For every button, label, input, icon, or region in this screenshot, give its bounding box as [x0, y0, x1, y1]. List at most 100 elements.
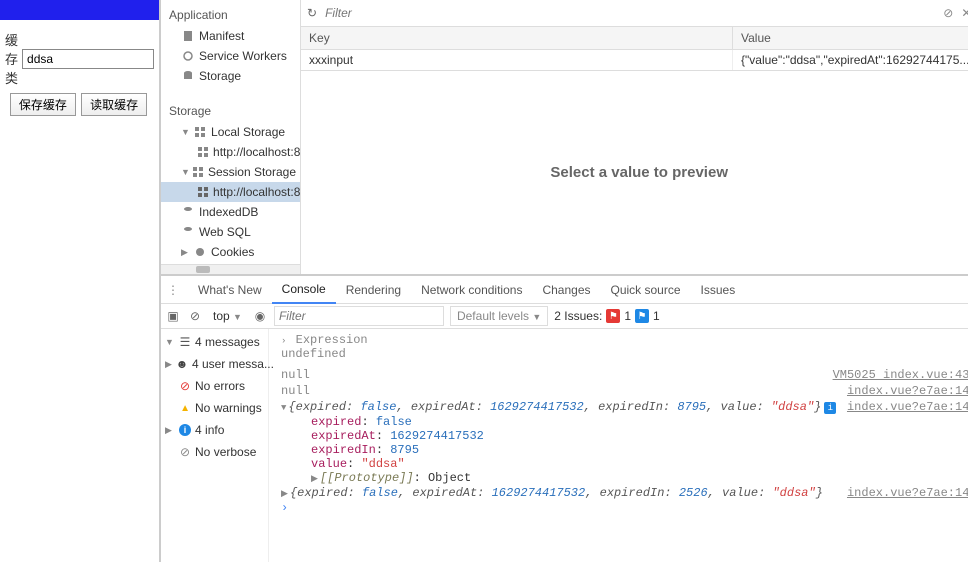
- sidebar-messages[interactable]: ▼☰4 messages: [161, 331, 268, 353]
- websql-item[interactable]: Web SQL: [161, 222, 300, 242]
- grid-icon: [192, 166, 204, 178]
- refresh-icon[interactable]: ↻: [307, 6, 317, 20]
- cache-label: 缓存类: [5, 30, 18, 87]
- page-header-bar: [0, 0, 159, 20]
- local-storage-item[interactable]: ▼Local Storage: [161, 122, 300, 142]
- tab-quick-source[interactable]: Quick source: [601, 277, 691, 303]
- service-workers-label: Service Workers: [199, 49, 287, 63]
- chevron-right-icon[interactable]: ▶: [311, 474, 318, 484]
- tab-rendering[interactable]: Rendering: [336, 277, 411, 303]
- error-count: 1: [624, 309, 631, 323]
- sidebar-info[interactable]: ▶i4 info: [161, 419, 268, 441]
- cell-key: xxxinput: [301, 50, 733, 70]
- database-icon: [181, 226, 195, 238]
- context-selector[interactable]: top ▼: [209, 309, 246, 323]
- source-link[interactable]: index.vue?e7ae:14: [847, 400, 968, 414]
- manifest-icon: [181, 30, 195, 42]
- verbose-icon: [179, 446, 191, 458]
- log-object-collapsed[interactable]: ▶{expired: false, expiredAt: 16292744175…: [271, 485, 968, 501]
- cookies-item[interactable]: ▶ Cookies: [161, 242, 300, 262]
- indexeddb-item[interactable]: IndexedDB: [161, 202, 300, 222]
- source-link[interactable]: VM5025 index.vue:43: [833, 368, 968, 382]
- local-storage-origin-label: http://localhost:808: [213, 145, 301, 159]
- source-link[interactable]: index.vue?e7ae:14: [847, 486, 968, 500]
- info-badge: ⚑: [635, 309, 649, 323]
- read-cache-button[interactable]: 读取缓存: [81, 93, 147, 116]
- info-count: 1: [653, 309, 660, 323]
- console-output: › Expression undefined null VM5025 index…: [269, 329, 968, 562]
- clear-console-icon[interactable]: ⊘: [187, 309, 203, 323]
- tab-issues[interactable]: Issues: [691, 277, 746, 303]
- chevron-right-icon[interactable]: ▶: [281, 489, 288, 499]
- preview-placeholder: Select a value to preview: [301, 71, 968, 274]
- manifest-item[interactable]: Manifest: [161, 26, 300, 46]
- webpage-area: 缓存类 保存缓存 读取缓存: [0, 0, 160, 562]
- log-line-null2[interactable]: null index.vue?e7ae:14: [271, 383, 968, 399]
- log-levels-dropdown[interactable]: Default levels ▼: [450, 306, 548, 326]
- sidebar-user-messages[interactable]: ▶☻4 user messa...: [161, 353, 268, 375]
- console-filter-input[interactable]: [274, 306, 444, 326]
- info-icon: i: [179, 424, 191, 436]
- sidebar-no-warnings[interactable]: No warnings: [161, 397, 268, 419]
- clear-icon[interactable]: ⊘: [943, 6, 953, 20]
- issues-indicator[interactable]: 2 Issues: ⚑ 1 ⚑ 1: [554, 309, 659, 323]
- log-object-expanded[interactable]: ▼{expired: false, expiredAt: 16292744175…: [271, 399, 968, 415]
- more-icon[interactable]: ⋮: [167, 283, 180, 297]
- cookies-label: Cookies: [211, 245, 254, 259]
- session-storage-item[interactable]: ▼ Session Storage: [161, 162, 300, 182]
- user-icon: ☻: [176, 358, 188, 370]
- column-value-header[interactable]: Value: [733, 27, 968, 49]
- gear-icon: [181, 50, 195, 62]
- service-workers-item[interactable]: Service Workers: [161, 46, 300, 66]
- tab-changes[interactable]: Changes: [532, 277, 600, 303]
- issues-label: 2 Issues:: [554, 309, 602, 323]
- sidebar-no-errors[interactable]: No errors: [161, 375, 268, 397]
- application-sidebar: Application Manifest Service Workers Sto…: [161, 0, 301, 274]
- chevron-down-icon: ▼: [165, 337, 175, 347]
- chevron-right-icon: ▶: [181, 247, 191, 258]
- sidebar-no-verbose[interactable]: No verbose: [161, 441, 268, 463]
- tab-network-conditions[interactable]: Network conditions: [411, 277, 532, 303]
- grid-icon: [193, 126, 207, 138]
- tab-whats-new[interactable]: What's New: [188, 277, 272, 303]
- database-icon: [181, 206, 195, 218]
- horizontal-scrollbar[interactable]: [161, 264, 300, 274]
- undefined-line: undefined: [271, 347, 968, 361]
- eye-icon[interactable]: ◉: [252, 309, 268, 323]
- chevron-right-icon: ▶: [165, 425, 175, 436]
- save-cache-button[interactable]: 保存缓存: [10, 93, 76, 116]
- messages-icon: ☰: [179, 336, 191, 348]
- console-prompt[interactable]: ›: [271, 501, 968, 515]
- delete-icon[interactable]: ✕: [961, 6, 968, 20]
- tab-console[interactable]: Console: [272, 276, 336, 304]
- session-storage-label: Session Storage: [208, 165, 296, 179]
- storage-category-header: Storage: [161, 100, 300, 122]
- console-toolbar: ▣ ⊘ top ▼ ◉ Default levels ▼ 2 Issues: ⚑…: [161, 304, 968, 329]
- error-badge: ⚑: [606, 309, 620, 323]
- session-storage-origin[interactable]: http://localhost:808: [161, 182, 300, 202]
- indexeddb-label: IndexedDB: [199, 205, 258, 219]
- sidebar-toggle-icon[interactable]: ▣: [165, 309, 181, 323]
- cache-input[interactable]: [22, 49, 154, 69]
- cell-value: {"value":"ddsa","expiredAt":16292744175.…: [733, 50, 968, 70]
- warning-icon: [179, 402, 191, 414]
- source-link[interactable]: index.vue?e7ae:14: [847, 384, 968, 398]
- local-storage-label: Local Storage: [211, 125, 285, 139]
- chevron-right-icon[interactable]: ›: [281, 336, 286, 346]
- chevron-down-icon[interactable]: ▼: [281, 403, 286, 413]
- storage-table: Key Value xxxinput {"value":"ddsa","expi…: [301, 27, 968, 71]
- expression-header: Expression: [296, 333, 368, 347]
- chevron-down-icon: ▼: [181, 167, 190, 177]
- error-icon: [179, 380, 191, 392]
- storage-filter-input[interactable]: [323, 4, 937, 22]
- log-line-null1[interactable]: null VM5025 index.vue:43: [271, 367, 968, 383]
- table-row[interactable]: xxxinput {"value":"ddsa","expiredAt":162…: [301, 50, 968, 70]
- storage-detail-pane: ↻ ⊘ ✕ Key Value xxxinput {"value":"ddsa"…: [301, 0, 968, 274]
- grid-icon: [197, 146, 209, 158]
- local-storage-origin[interactable]: http://localhost:808: [161, 142, 300, 162]
- manifest-label: Manifest: [199, 29, 244, 43]
- websql-label: Web SQL: [199, 225, 251, 239]
- grid-icon: [197, 186, 209, 198]
- storage-item[interactable]: Storage: [161, 66, 300, 86]
- column-key-header[interactable]: Key: [301, 27, 733, 49]
